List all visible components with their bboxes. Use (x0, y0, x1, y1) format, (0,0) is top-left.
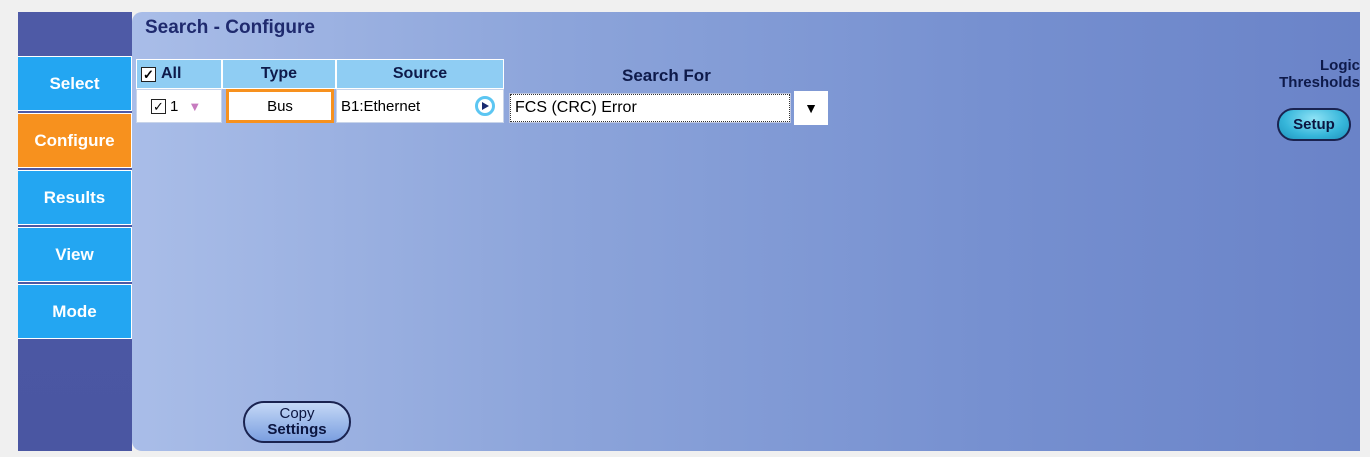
sidebar-item-results[interactable]: Results (18, 170, 132, 225)
sidebar-item-label: Results (43, 187, 106, 207)
all-label: All (161, 65, 182, 82)
copy-settings-label-line1: Copy (279, 405, 315, 422)
search-table: ✓ All Type Source ✓ 1 ▼ Bus B1:Ethernet (136, 59, 504, 131)
sidebar-item-label: Configure (34, 130, 115, 150)
copy-settings-button[interactable]: Copy Settings (243, 401, 351, 443)
type-header-label: Type (260, 65, 298, 82)
setup-button-label: Setup (1293, 115, 1335, 133)
search-for-value[interactable]: FCS (CRC) Error (509, 93, 791, 123)
copy-settings-label-line2: Settings (267, 421, 327, 438)
sidebar-item-label: Select (49, 73, 100, 93)
table-row-select-cell[interactable]: ✓ 1 ▼ (136, 89, 222, 123)
type-header: Type (222, 59, 336, 89)
source-header: Source (336, 59, 504, 89)
type-value: Bus (267, 97, 293, 115)
search-for-dropdown[interactable]: FCS (CRC) Error ▼ (509, 91, 833, 125)
type-cell[interactable]: Bus (226, 89, 334, 123)
search-configure-window: Select Configure Results View Mode Searc… (18, 12, 1360, 451)
select-all-checkbox[interactable]: ✓ (141, 66, 156, 82)
sidebar-item-select[interactable]: Select (18, 56, 132, 111)
caret-down-icon[interactable]: ▼ (188, 99, 201, 114)
page-title: Search - Configure (145, 17, 315, 38)
sidebar-item-label: Mode (52, 301, 97, 321)
logic-label-line1: Logic (1320, 57, 1360, 74)
source-cell[interactable]: B1:Ethernet (336, 89, 504, 123)
sidebar: Select Configure Results View Mode (18, 12, 132, 451)
play-icon[interactable] (475, 96, 495, 116)
search-for-label: Search For (622, 66, 711, 85)
all-header[interactable]: ✓ All (136, 59, 222, 89)
logic-thresholds-label: Logic Thresholds (1240, 57, 1360, 91)
source-value: B1:Ethernet (341, 97, 421, 115)
logic-label-line2: Thresholds (1279, 74, 1360, 91)
row-checkbox[interactable]: ✓ (151, 98, 166, 114)
setup-button[interactable]: Setup (1277, 108, 1351, 141)
sidebar-item-view[interactable]: View (18, 227, 132, 282)
dropdown-arrow-icon[interactable]: ▼ (794, 91, 828, 125)
source-header-label: Source (392, 65, 448, 82)
sidebar-item-configure[interactable]: Configure (18, 113, 132, 168)
sidebar-item-label: View (55, 244, 94, 264)
configure-panel: Search - Configure ✓ All Type Source ✓ 1… (132, 12, 1360, 451)
row-index: 1 (170, 97, 179, 115)
sidebar-item-mode[interactable]: Mode (18, 284, 132, 339)
